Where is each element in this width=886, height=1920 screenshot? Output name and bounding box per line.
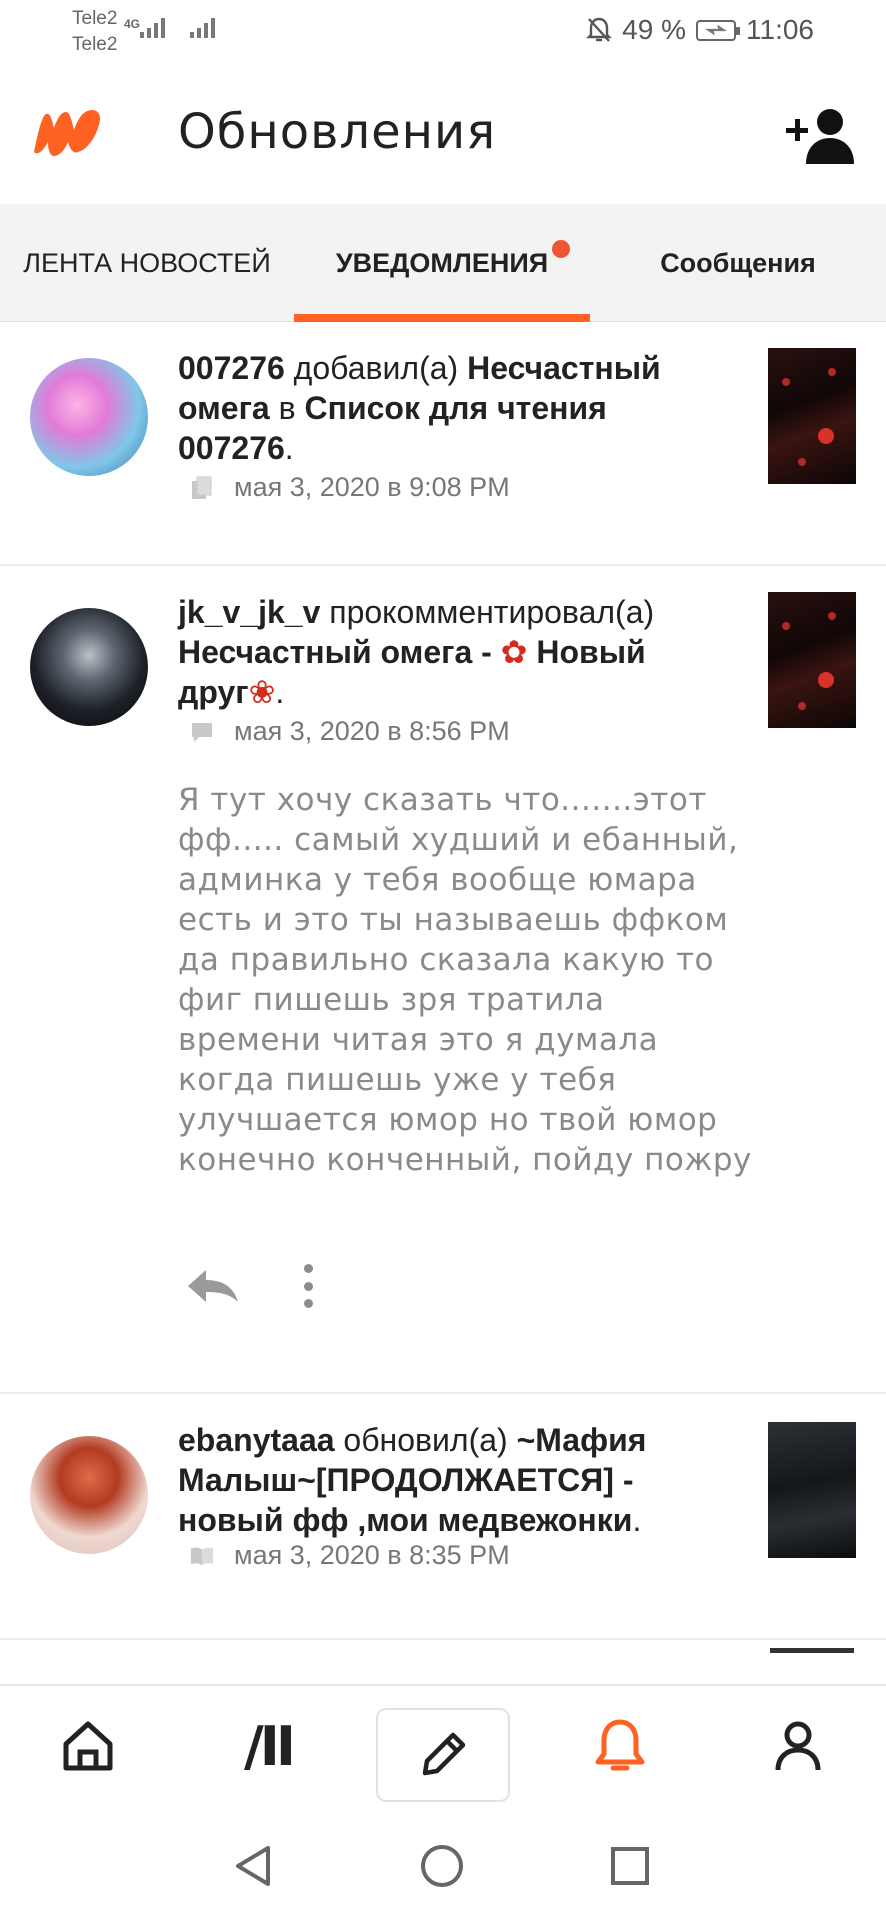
more-options-icon[interactable] bbox=[298, 1264, 318, 1308]
signal-icon bbox=[140, 18, 165, 38]
active-tab-indicator bbox=[294, 314, 590, 322]
list-item[interactable]: 007276 добавил(а) Несчастный омега в Спи… bbox=[0, 322, 886, 566]
comment-text: Я тут хочу сказать что.......этот фф....… bbox=[178, 782, 752, 1178]
timestamp-row: мая 3, 2020 в 8:56 PM bbox=[190, 716, 510, 747]
nav-notifications[interactable] bbox=[580, 1706, 660, 1786]
timestamp: мая 3, 2020 в 9:08 PM bbox=[234, 472, 510, 502]
comment-icon bbox=[192, 722, 212, 742]
period: . bbox=[632, 1502, 642, 1538]
avatar[interactable] bbox=[30, 608, 148, 726]
story-cover[interactable] bbox=[768, 592, 856, 728]
unread-dot bbox=[552, 240, 570, 258]
notification-feed[interactable]: 007276 добавил(а) Несчастный омега в Спи… bbox=[0, 322, 886, 1684]
wilted-rose-icon: ❀ bbox=[248, 674, 276, 710]
tab-notifications[interactable]: УВЕДОМЛЕНИЯ bbox=[294, 204, 590, 322]
back-icon bbox=[236, 1846, 270, 1886]
recents-icon bbox=[611, 1847, 649, 1885]
app-header: Обновления bbox=[0, 66, 886, 204]
tab-news-feed[interactable]: ЛЕНТА НОВОСТЕЙ bbox=[0, 204, 294, 322]
notification-text: jk_v_jk_v прокомментировал(а) Несчастный… bbox=[178, 592, 718, 712]
tab-bar: ЛЕНТА НОВОСТЕЙ УВЕДОМЛЕНИЯ Сообщения bbox=[0, 204, 886, 322]
status-bar: Tele2 Tele2 4G 49 % 11:06 bbox=[0, 0, 886, 66]
timestamp-row: мая 3, 2020 в 9:08 PM bbox=[190, 472, 510, 503]
browse-icon: /II bbox=[244, 1714, 296, 1778]
notification-text: ebanytaaa обновил(а) ~Мафия Малыш~[ПРОДО… bbox=[178, 1420, 718, 1540]
reading-list-icon bbox=[192, 476, 212, 499]
username[interactable]: jk_v_jk_v bbox=[178, 594, 320, 630]
status-right-group: 49 % 11:06 bbox=[586, 14, 814, 46]
nav-home[interactable] bbox=[48, 1706, 128, 1786]
timestamp-row: мая 3, 2020 в 8:35 PM bbox=[190, 1540, 510, 1571]
home-icon bbox=[63, 1721, 113, 1771]
add-person-icon[interactable] bbox=[784, 106, 856, 166]
rose-icon: ✿ bbox=[500, 634, 528, 670]
avatar[interactable] bbox=[30, 1436, 148, 1554]
page-title: Обновления bbox=[178, 104, 497, 160]
wattpad-logo-icon[interactable] bbox=[28, 102, 108, 162]
period: . bbox=[284, 430, 294, 466]
nav-browse[interactable]: /II bbox=[228, 1706, 308, 1786]
clock: 11:06 bbox=[746, 14, 814, 45]
nav-write[interactable] bbox=[376, 1708, 510, 1802]
story-cover[interactable] bbox=[768, 348, 856, 484]
mute-alarm-icon bbox=[586, 17, 613, 42]
username[interactable]: 007276 bbox=[178, 350, 285, 386]
avatar[interactable] bbox=[30, 358, 148, 476]
notification-text: 007276 добавил(а) Несчастный омега в Спи… bbox=[178, 348, 718, 468]
battery-percent: 49 % bbox=[622, 14, 686, 45]
profile-icon bbox=[775, 1721, 821, 1771]
action-text: прокомментировал(а) bbox=[329, 594, 655, 630]
carrier-label-2: Tele2 bbox=[72, 34, 118, 55]
story-title[interactable]: Несчастный омега - bbox=[178, 634, 492, 670]
action-text: добавил(а) bbox=[293, 350, 459, 386]
tab-messages[interactable]: Сообщения bbox=[590, 204, 886, 322]
notifications-icon bbox=[595, 1719, 645, 1771]
story-cover[interactable] bbox=[770, 1648, 854, 1653]
battery-charging-icon bbox=[696, 19, 740, 41]
period: . bbox=[275, 674, 285, 710]
system-back[interactable] bbox=[226, 1838, 282, 1894]
book-icon bbox=[190, 1547, 214, 1565]
carrier-label-1: Tele2 bbox=[72, 8, 118, 29]
timestamp: мая 3, 2020 в 8:35 PM bbox=[234, 1540, 510, 1570]
system-home[interactable] bbox=[414, 1838, 470, 1894]
list-item[interactable]: jk_v_jk_v прокомментировал(а) Несчастный… bbox=[0, 566, 886, 1394]
list-item[interactable]: ebanytaaa обновил(а) ~Мафия Малыш~[ПРОДО… bbox=[0, 1394, 886, 1640]
timestamp: мая 3, 2020 в 8:56 PM bbox=[234, 716, 510, 746]
nav-profile[interactable] bbox=[758, 1706, 838, 1786]
system-recents[interactable] bbox=[602, 1838, 658, 1894]
system-navigation-bar bbox=[0, 1808, 886, 1920]
signal-icon bbox=[190, 18, 215, 38]
reply-icon[interactable] bbox=[184, 1266, 242, 1306]
story-cover[interactable] bbox=[768, 1422, 856, 1558]
username[interactable]: ebanytaaa bbox=[178, 1422, 335, 1458]
action-text: обновил(а) bbox=[343, 1422, 508, 1458]
home-circle-icon bbox=[421, 1845, 463, 1887]
list-item[interactable] bbox=[0, 1640, 886, 1684]
connector-text: в bbox=[278, 390, 296, 426]
bottom-navigation: /II bbox=[0, 1684, 886, 1816]
write-icon bbox=[422, 1732, 466, 1776]
network-type-label: 4G bbox=[124, 17, 141, 31]
